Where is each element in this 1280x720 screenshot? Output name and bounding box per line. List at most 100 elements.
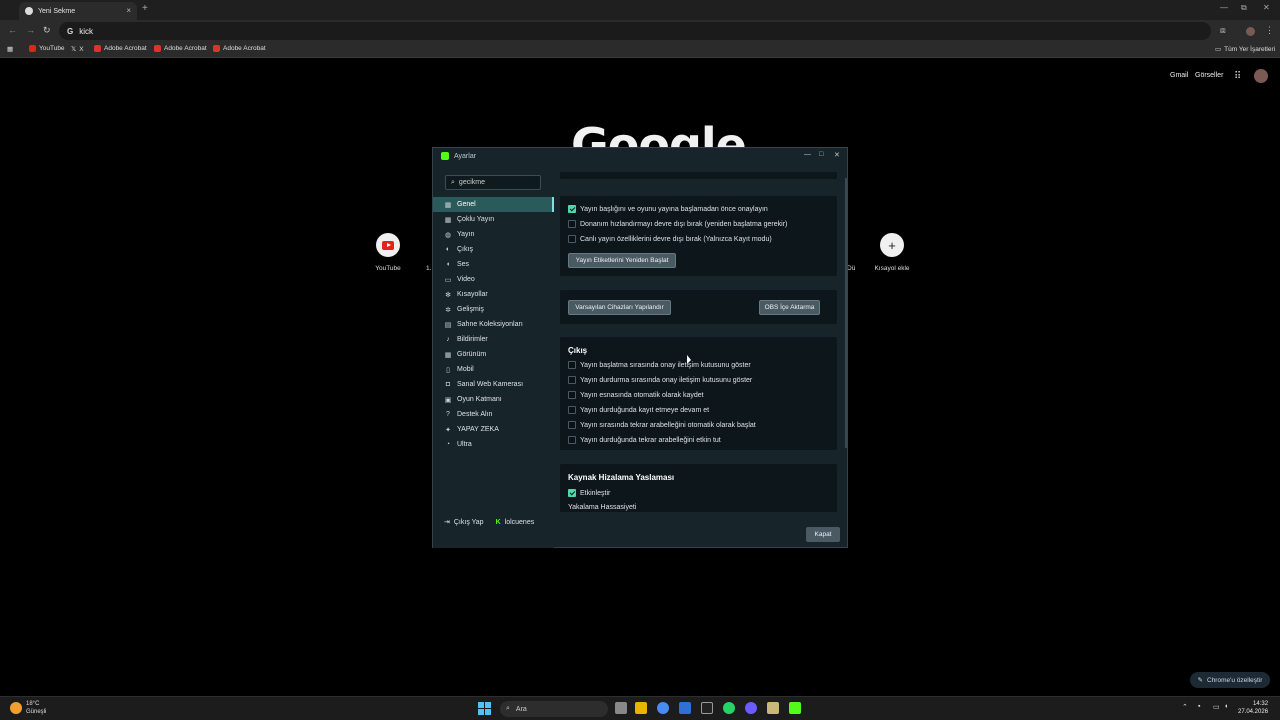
shortcut-youtube[interactable]: YouTube [368, 233, 408, 272]
check-confirm-stop[interactable]: Yayın durdurma sırasında onay iletişim k… [568, 376, 752, 384]
tab-new-tab[interactable]: Yeni Sekme × [19, 2, 137, 20]
sidebar-item-label: Destek Alın [457, 411, 493, 418]
all-bookmarks[interactable]: ▭ Tüm Yer İşaretleri [1215, 45, 1275, 54]
whatsapp-icon[interactable] [723, 702, 735, 714]
checkbox[interactable] [568, 391, 576, 399]
dialog-titlebar[interactable]: Ayarlar [433, 148, 847, 164]
shortcut-add[interactable]: + Kısayol ekle [872, 233, 912, 272]
sidebar-item-5[interactable]: ▭ Video [433, 272, 554, 287]
checkbox[interactable] [568, 489, 576, 497]
reload-icon[interactable]: ↻ [43, 25, 51, 36]
sidebar-item-2[interactable]: ◍ Yayın [433, 227, 554, 242]
sidebar-item-8[interactable]: ▤ Sahne Koleksiyonları [433, 317, 554, 332]
tray-app-icon[interactable]: ▪ [1198, 703, 1200, 710]
content-scrollbar[interactable] [845, 178, 847, 448]
volume-icon[interactable]: ◖ [1224, 703, 1228, 710]
sidebar-item-4[interactable]: ◖ Ses [433, 257, 554, 272]
shortcut-partial-left[interactable]: 1. [426, 265, 431, 272]
maximize-button[interactable]: ⧉ [1241, 3, 1247, 13]
start-button[interactable] [478, 702, 491, 715]
clock[interactable]: 14:32 27.04.2026 [1238, 700, 1268, 716]
check-disable-hw-accel[interactable]: Donanım hızlandırmayı devre dışı bırak (… [568, 220, 787, 228]
sidebar-item-15[interactable]: ✦ YAPAY ZEKA [433, 422, 554, 437]
tray-chevron-icon[interactable]: ⌃ [1182, 703, 1188, 711]
profile-avatar[interactable] [1246, 27, 1255, 36]
gmail-link[interactable]: Gmail [1170, 72, 1188, 79]
checkbox[interactable] [568, 235, 576, 243]
dialog-minimize-button[interactable]: — [804, 151, 811, 158]
check-confirm-title[interactable]: Yayın başlığını ve oyunu yayına başlamad… [568, 205, 768, 213]
shortcut-partial-right[interactable]: Dü [847, 265, 855, 272]
check-auto-replay-buffer[interactable]: Yayın sırasında tekrar arabelleğini otom… [568, 421, 756, 429]
address-bar[interactable]: G kick [59, 22, 1211, 40]
sidebar-item-16[interactable]: ◔ Ultra [433, 437, 554, 452]
sidebar-item-9[interactable]: ♪ Bildirimler [433, 332, 554, 347]
google-logo: Google [571, 118, 746, 150]
account-avatar[interactable] [1254, 69, 1268, 83]
logout-button[interactable]: Çıkış Yap [454, 519, 484, 526]
checkbox[interactable] [568, 406, 576, 414]
bookmark-x[interactable]: 𝕏X [71, 45, 84, 54]
checkbox[interactable] [568, 376, 576, 384]
sidebar-item-3[interactable]: ◐ Çıkış [433, 242, 554, 257]
app-icon-m[interactable] [679, 702, 691, 714]
check-keep-recording[interactable]: Yayın durduğunda kayıt etmeye devam et [568, 406, 709, 414]
settings-search-input[interactable]: ⌕ gecikme [445, 175, 541, 190]
dialog-close-button[interactable]: ✕ [834, 151, 840, 159]
checkbox[interactable] [568, 220, 576, 228]
close-window-button[interactable]: ✕ [1263, 3, 1270, 12]
bookmark-acrobat-1[interactable]: Adobe Acrobat [94, 45, 147, 52]
close-settings-button[interactable]: Kapat [806, 527, 840, 542]
sidebar-item-label: Ses [457, 261, 470, 268]
task-view-icon[interactable] [615, 702, 627, 714]
mouse-cursor [687, 355, 691, 364]
sidebar-item-10[interactable]: ▦ Görünüm [433, 347, 554, 362]
apps-grid-icon[interactable]: ▦ [7, 45, 13, 53]
new-tab-button[interactable]: + [142, 3, 148, 14]
sidebar-item-13[interactable]: ▣ Oyun Katmanı [433, 392, 554, 407]
kick-studio-taskbar-icon[interactable] [789, 702, 801, 714]
chrome-taskbar-icon[interactable] [657, 702, 669, 714]
check-auto-record[interactable]: Yayın esnasında otomatik olarak kaydet [568, 391, 704, 399]
sidebar-item-0[interactable]: ▦ Genel [433, 197, 554, 212]
default-devices-button[interactable]: Varsayılan Cihazları Yapılandır [568, 300, 671, 315]
menu-icon[interactable]: ⋮ [1265, 25, 1274, 36]
restart-tags-button[interactable]: Yayın Etiketlerini Yeniden Başlat [568, 253, 676, 268]
checkbox[interactable] [568, 361, 576, 369]
sidebar-item-6[interactable]: ✻ Kısayollar [433, 287, 554, 302]
sidebar-item-11[interactable]: ▯ Mobil [433, 362, 554, 377]
google-apps-icon[interactable]: ⠿ [1234, 71, 1241, 82]
username[interactable]: lolcuenes [505, 519, 535, 526]
obs-import-button[interactable]: OBS İçe Aktarma [759, 300, 820, 315]
check-confirm-start[interactable]: Yayın başlatma sırasında onay iletişim k… [568, 361, 751, 369]
minimize-button[interactable]: — [1220, 3, 1228, 12]
taskbar-search[interactable]: ⌕ Ara [500, 701, 608, 717]
images-link[interactable]: Görseller [1195, 72, 1223, 79]
check-disable-live[interactable]: Canlı yayın özelliklerini devre dışı bır… [568, 235, 772, 243]
check-enable-snapping[interactable]: Etkinleştir [568, 489, 610, 497]
file-explorer-icon[interactable] [635, 702, 647, 714]
checkbox[interactable] [568, 436, 576, 444]
app-icon-trading[interactable] [701, 702, 713, 714]
bookmark-acrobat-3[interactable]: Adobe Acrobat [213, 45, 266, 52]
sidebar-item-14[interactable]: ? Destek Alın [433, 407, 554, 422]
extensions-icon[interactable]: ⧈ [1220, 25, 1226, 36]
bookmark-acrobat-2[interactable]: Adobe Acrobat [154, 45, 207, 52]
sidebar-item-7[interactable]: ✲ Gelişmiş [433, 302, 554, 317]
dialog-maximize-button[interactable]: □ [819, 151, 823, 158]
sidebar-item-12[interactable]: ◘ Sanal Web Kamerası [433, 377, 554, 392]
network-icon[interactable]: ▭ [1213, 703, 1220, 711]
discord-icon[interactable] [745, 702, 757, 714]
check-keep-replay-buffer[interactable]: Yayın durduğunda tekrar arabelleğini etk… [568, 436, 721, 444]
checkbox[interactable] [568, 421, 576, 429]
app-icon-pen[interactable] [767, 702, 779, 714]
customize-chrome-button[interactable]: ✎ Chrome'u özelleştir [1190, 672, 1270, 688]
forward-icon[interactable]: → [26, 25, 35, 35]
snapping-section-title: Kaynak Hizalama Yaslaması [568, 473, 675, 482]
weather-widget[interactable]: 18°C Güneşli [10, 700, 46, 716]
checkbox[interactable] [568, 205, 576, 213]
bookmark-youtube[interactable]: YouTube [29, 45, 65, 52]
sidebar-item-1[interactable]: ▦ Çoklu Yayın [433, 212, 554, 227]
back-icon[interactable]: ← [8, 25, 17, 35]
tab-close-icon[interactable]: × [126, 6, 131, 15]
